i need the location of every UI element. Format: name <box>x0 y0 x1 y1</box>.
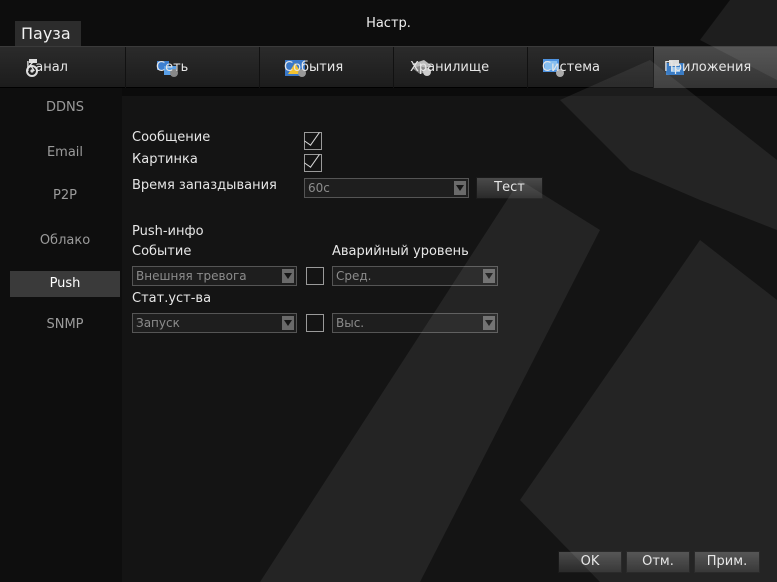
tab-channel[interactable]: Канал <box>0 47 126 88</box>
delay-label: Время запаздывания <box>132 178 277 193</box>
test-button[interactable]: Тест <box>476 177 543 199</box>
tab-label: Хранилище <box>410 60 490 75</box>
event-checkbox[interactable] <box>306 267 324 285</box>
cancel-button[interactable]: Отм. <box>626 551 690 573</box>
dvr-settings-screen: Пауза Настр. Канал Сеть События Хранилищ… <box>0 0 777 582</box>
tab-label: Канал <box>26 60 68 75</box>
picture-label: Картинка <box>132 152 198 167</box>
chevron-down-icon <box>282 269 294 283</box>
sidebar: DDNS Email P2P Облако Push SNMP <box>0 88 122 582</box>
tab-bar: Канал Сеть События Хранилище Система При… <box>0 46 777 88</box>
chevron-down-icon <box>483 269 495 283</box>
event-select[interactable]: Внешняя тревога <box>132 266 297 286</box>
sidebar-item-push[interactable]: Push <box>10 271 120 297</box>
sidebar-item-cloud[interactable]: Облако <box>10 228 120 254</box>
status-checkbox[interactable] <box>306 314 324 332</box>
apply-button[interactable]: Прим. <box>694 551 760 573</box>
tab-label: Приложения <box>664 60 752 75</box>
chevron-down-icon <box>282 316 294 330</box>
event-level-select-value: Сред. <box>336 269 372 283</box>
sidebar-item-snmp[interactable]: SNMP <box>10 312 120 338</box>
tab-storage[interactable]: Хранилище <box>394 47 528 88</box>
push-info-label: Push-инфо <box>132 224 204 239</box>
push-settings-panel: Сообщение Картинка Время запаздывания 60… <box>122 96 777 582</box>
sidebar-item-p2p[interactable]: P2P <box>10 183 120 209</box>
sidebar-item-ddns[interactable]: DDNS <box>10 95 120 121</box>
tab-label: Сеть <box>156 60 189 75</box>
delay-select-value: 60с <box>308 181 330 195</box>
event-label: Событие <box>132 244 192 259</box>
picture-checkbox[interactable] <box>304 154 322 172</box>
tab-apps[interactable]: Приложения <box>654 47 777 88</box>
tab-label: Система <box>542 60 601 75</box>
alarm-level-label: Аварийный уровень <box>332 244 469 259</box>
window-title: Настр. <box>366 16 411 31</box>
status-level-select[interactable]: Выс. <box>332 313 498 333</box>
delay-select[interactable]: 60с <box>304 178 469 198</box>
status-select[interactable]: Запуск <box>132 313 297 333</box>
event-level-select[interactable]: Сред. <box>332 266 498 286</box>
status-select-value: Запуск <box>136 316 180 330</box>
message-checkbox[interactable] <box>304 132 322 150</box>
sidebar-item-email[interactable]: Email <box>10 140 120 166</box>
title-bar: Пауза Настр. <box>0 0 777 46</box>
tab-label: События <box>284 60 344 75</box>
status-level-select-value: Выс. <box>336 316 365 330</box>
ok-button[interactable]: OK <box>558 551 622 573</box>
tab-system[interactable]: Система <box>528 47 654 88</box>
device-status-label: Стат.уст-ва <box>132 291 212 306</box>
tab-network[interactable]: Сеть <box>126 47 260 88</box>
tab-events[interactable]: События <box>260 47 394 88</box>
event-select-value: Внешняя тревога <box>136 269 247 283</box>
chevron-down-icon <box>483 316 495 330</box>
chevron-down-icon <box>454 181 466 195</box>
message-label: Сообщение <box>132 130 211 145</box>
